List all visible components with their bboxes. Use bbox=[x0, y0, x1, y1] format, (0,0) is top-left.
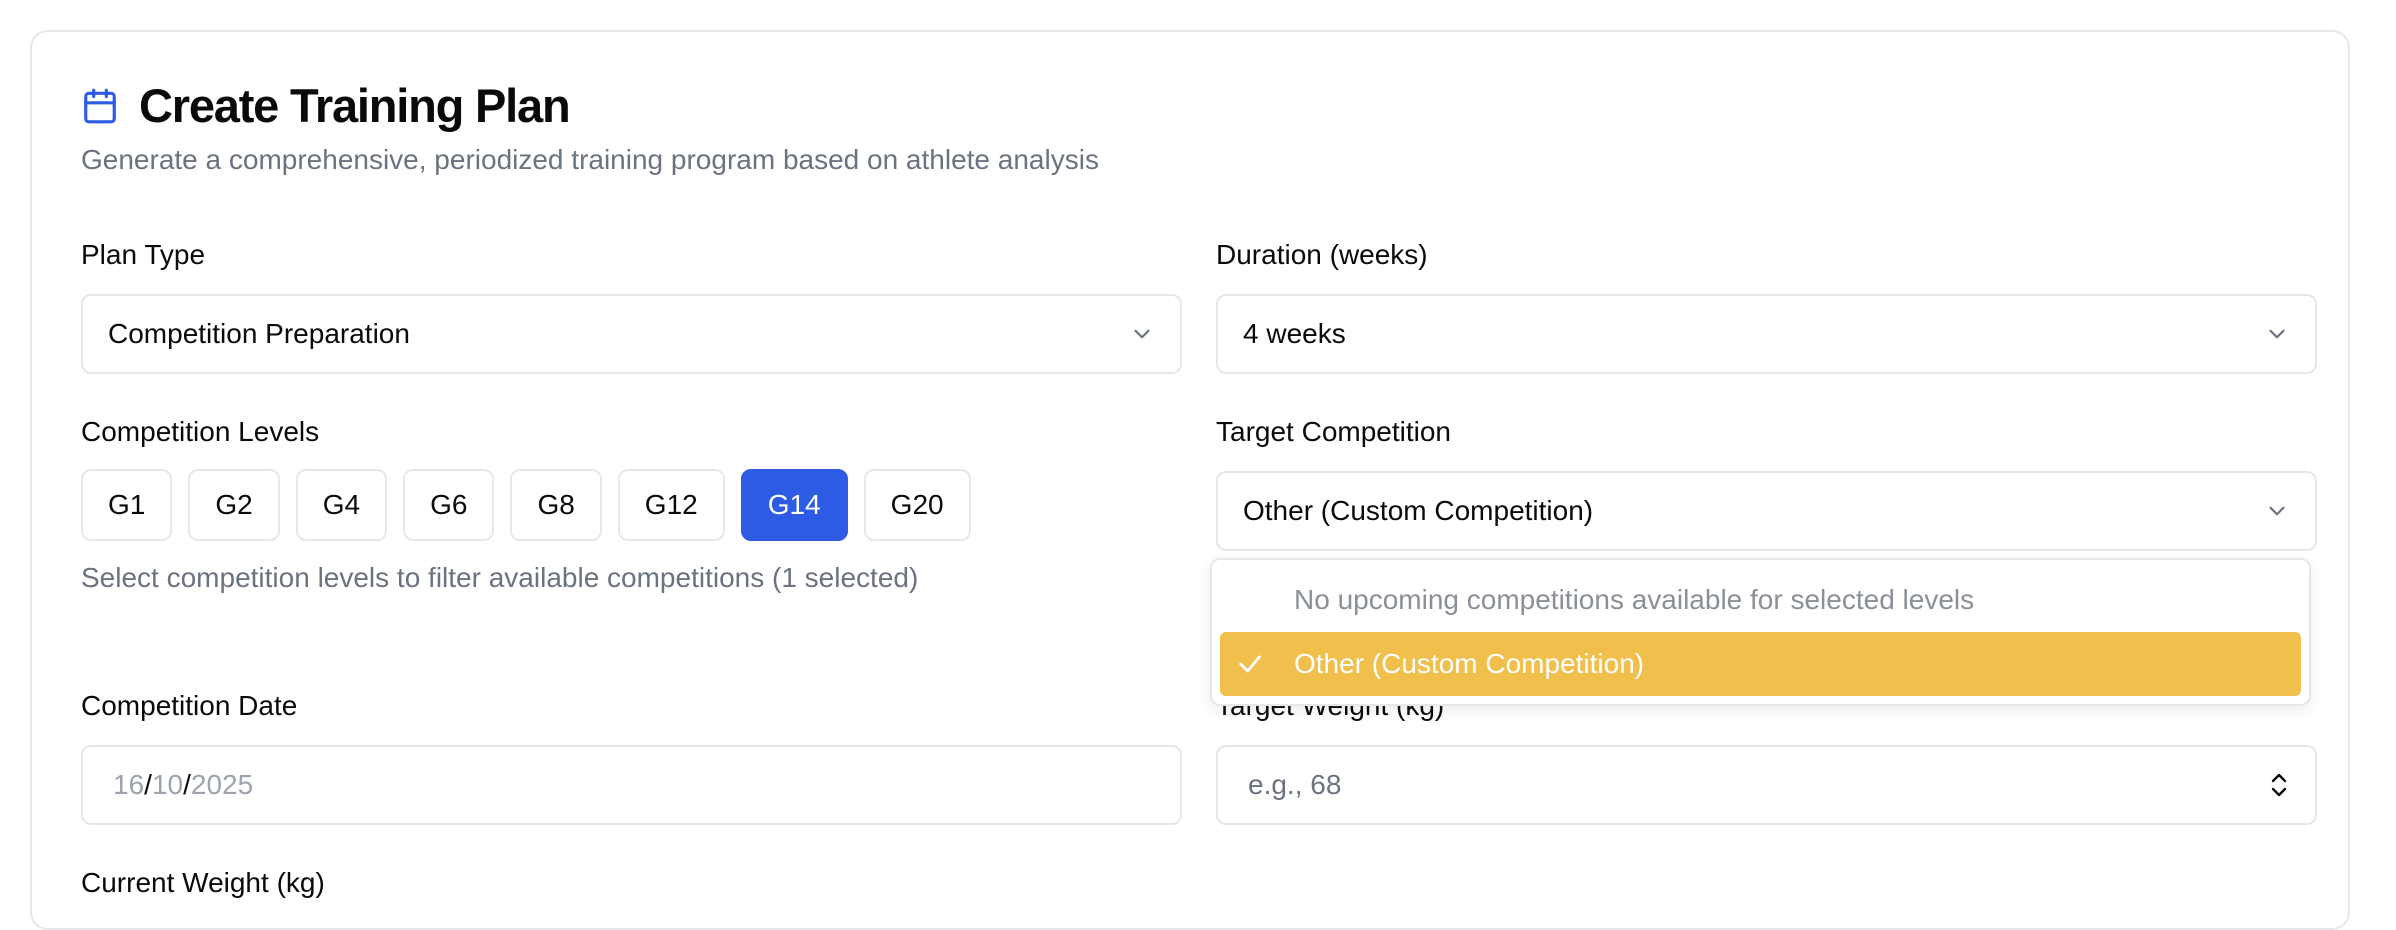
level-button-g20[interactable]: G20 bbox=[863, 469, 971, 541]
level-button-g1[interactable]: G1 bbox=[81, 469, 173, 541]
competition-date-input[interactable]: 16/10/2025 bbox=[81, 745, 1182, 825]
duration-value: 4 weeks bbox=[1243, 318, 1346, 349]
dropdown-empty-message: No upcoming competitions available for s… bbox=[1294, 584, 1975, 615]
page-title: Create Training Plan bbox=[139, 79, 571, 132]
chevron-down-icon bbox=[1129, 321, 1155, 347]
current-weight-label: Current Weight (kg) bbox=[81, 867, 325, 898]
number-spinner-icon[interactable] bbox=[2268, 768, 2290, 802]
date-year[interactable]: 2025 bbox=[191, 769, 253, 801]
plan-type-select[interactable]: Competition Preparation bbox=[81, 294, 1182, 374]
target-weight-input[interactable]: e.g., 68 bbox=[1216, 745, 2317, 825]
duration-select[interactable]: 4 weeks bbox=[1216, 294, 2317, 374]
competition-levels-hint: Select competition levels to filter avai… bbox=[81, 562, 919, 593]
competition-date-label: Competition Date bbox=[81, 690, 298, 721]
duration-label: Duration (weeks) bbox=[1216, 239, 1428, 270]
calendar-icon bbox=[81, 87, 119, 125]
date-month[interactable]: 10 bbox=[152, 769, 183, 801]
level-button-g8[interactable]: G8 bbox=[510, 469, 602, 541]
competition-levels-group: G1 G2 G4 G6 G8 G12 G14 G20 bbox=[81, 469, 971, 541]
target-competition-select[interactable]: Other (Custom Competition) bbox=[1216, 471, 2317, 551]
level-button-g12[interactable]: G12 bbox=[617, 469, 725, 541]
chevron-down-icon bbox=[2264, 321, 2290, 347]
target-competition-dropdown: No upcoming competitions available for s… bbox=[1210, 558, 2311, 706]
date-separator: / bbox=[144, 769, 152, 800]
dropdown-option-other[interactable]: Other (Custom Competition) bbox=[1220, 632, 2301, 696]
date-separator: / bbox=[183, 769, 191, 800]
target-weight-placeholder: e.g., 68 bbox=[1248, 769, 1342, 800]
plan-type-value: Competition Preparation bbox=[108, 318, 410, 349]
level-button-g2[interactable]: G2 bbox=[188, 469, 280, 541]
level-button-g4[interactable]: G4 bbox=[295, 469, 388, 541]
level-button-g14[interactable]: G14 bbox=[740, 469, 848, 541]
competition-levels-label: Competition Levels bbox=[81, 416, 320, 447]
dropdown-option-label: Other (Custom Competition) bbox=[1294, 648, 1645, 679]
target-competition-label: Target Competition bbox=[1216, 416, 1452, 447]
level-button-g6[interactable]: G6 bbox=[403, 469, 495, 541]
date-day[interactable]: 16 bbox=[113, 769, 144, 801]
chevron-down-icon bbox=[2264, 498, 2290, 524]
page-subtitle: Generate a comprehensive, periodized tra… bbox=[81, 144, 1099, 175]
plan-type-label: Plan Type bbox=[81, 239, 206, 270]
page-header: Create Training Plan bbox=[81, 78, 571, 134]
target-competition-value: Other (Custom Competition) bbox=[1243, 495, 1594, 526]
check-icon bbox=[1236, 650, 1294, 678]
